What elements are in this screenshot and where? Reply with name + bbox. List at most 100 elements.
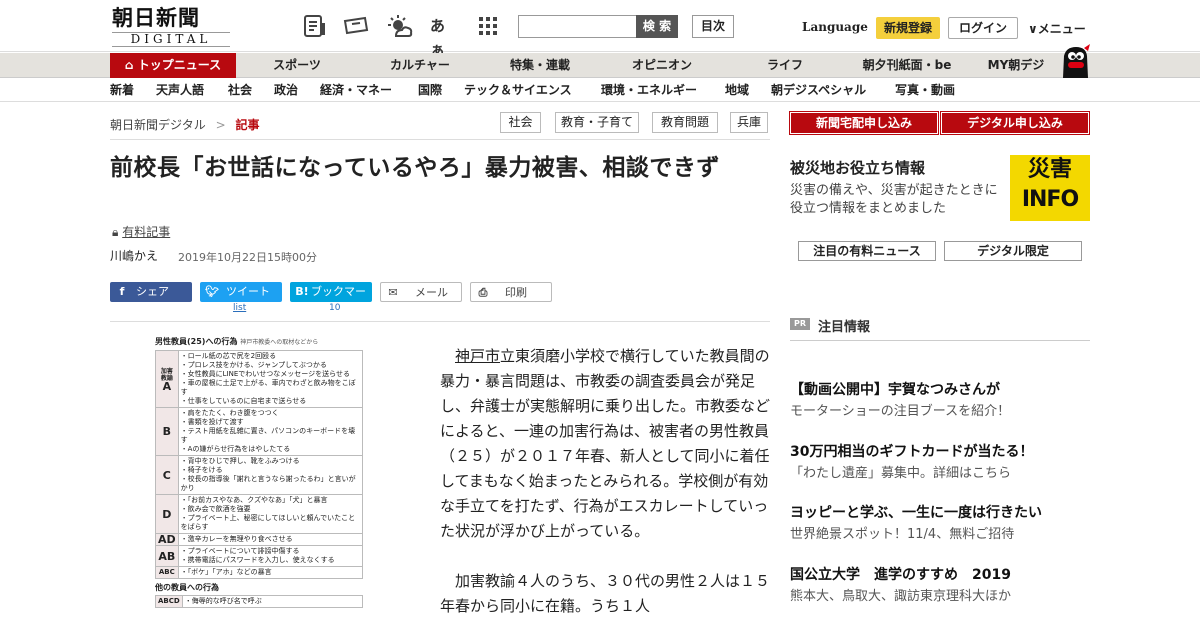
facebook-icon: f bbox=[119, 285, 125, 298]
home-icon: ⌂ bbox=[124, 58, 138, 72]
article-figure[interactable]: 男性教員(25)への行為 神戸市教委への取材などから 加害教諭 A ・ロール紙の芯で… bbox=[155, 336, 365, 630]
mascot-icon[interactable] bbox=[1058, 42, 1092, 78]
facebook-share-button[interactable]: f シェア bbox=[110, 282, 192, 302]
tag-education-issues[interactable]: 教育問題 bbox=[652, 112, 718, 133]
delivery-subscribe-button[interactable]: 新聞宅配申し込み bbox=[789, 111, 939, 135]
subnav-photo-video[interactable]: 写真・動画 bbox=[895, 78, 955, 102]
breadcrumb-separator: > bbox=[215, 118, 226, 132]
figure-row-items: ・「ボケ」「アホ」などの暴言 bbox=[177, 566, 364, 579]
hatena-bookmark-button[interactable]: B! ブックマーク bbox=[290, 282, 372, 318]
asahi-logo[interactable]: 朝日新聞 DIGITAL bbox=[112, 6, 230, 47]
figure-row-label: B bbox=[155, 407, 179, 456]
mail-icon: ✉ bbox=[388, 286, 398, 299]
main-nav: ⌂ トップニュース スポーツ カルチャー 特集・連載 オピニオン ライフ 朝夕刊… bbox=[0, 53, 1200, 78]
font-size-icon[interactable]: あぁ bbox=[430, 14, 456, 59]
nav-paper[interactable]: 朝夕刊紙面・be bbox=[850, 53, 964, 78]
hatena-count[interactable]: 10 bbox=[329, 303, 340, 313]
breadcrumb-home[interactable]: 朝日新聞デジタル bbox=[110, 118, 206, 132]
language-link[interactable]: Language bbox=[802, 20, 868, 34]
tag-hyogo[interactable]: 兵庫 bbox=[730, 112, 768, 133]
subnav-special[interactable]: 朝デジスペシャル bbox=[771, 78, 866, 102]
subnav-tenseijingo[interactable]: 天声人語 bbox=[156, 78, 204, 102]
subnav-politics[interactable]: 政治 bbox=[274, 78, 298, 102]
subnav-region[interactable]: 地域 bbox=[725, 78, 749, 102]
subnav-environment[interactable]: 環境・エネルギー bbox=[601, 78, 697, 102]
ticket-icon[interactable] bbox=[342, 14, 369, 38]
figure-heading: 男性教員(25)への行為 神戸市教委への取材などから bbox=[155, 337, 319, 346]
breadcrumb-current: 記事 bbox=[235, 118, 260, 132]
hatena-icon: B! bbox=[295, 285, 309, 298]
nav-sports[interactable]: スポーツ bbox=[252, 53, 342, 78]
digital-only-button[interactable]: デジタル限定 bbox=[944, 241, 1082, 261]
subnav-society[interactable]: 社会 bbox=[228, 78, 252, 102]
nav-culture[interactable]: カルチャー bbox=[370, 53, 470, 78]
figure-row: AB ・プライベートについて誹謗中傷する ・携帯電話にパスワードを入力し、使えなくす… bbox=[155, 545, 364, 567]
disaster-info-title[interactable]: 被災地お役立ち情報 bbox=[790, 157, 925, 178]
subnav-new[interactable]: 新着 bbox=[110, 78, 134, 102]
disaster-info-logo[interactable]: 災害 INFO bbox=[1010, 155, 1090, 221]
grid-icon[interactable] bbox=[478, 14, 504, 38]
nav-my-asahi[interactable]: MY朝デジ bbox=[980, 53, 1052, 78]
figure-row-items: ・肩をたたく、わき腹をつつく ・書類を投げて渡す ・テスト用紙を乱雑に置き、パソコン… bbox=[177, 407, 364, 456]
figure-row: ABC ・「ボケ」「アホ」などの暴言 bbox=[155, 566, 364, 579]
mail-share-button[interactable]: ✉ メール bbox=[380, 282, 462, 302]
pr-item[interactable]: 30万円相当のギフトカードが当たる！ 「わたし遺産」募集中。詳細はこちら bbox=[790, 442, 1090, 484]
nav-opinion[interactable]: オピニオン bbox=[612, 53, 712, 78]
subnav-economy[interactable]: 経済・マネー bbox=[320, 78, 392, 102]
twitter-count[interactable]: list bbox=[233, 303, 246, 313]
site-header: 朝日新聞 DIGITAL あぁ 検 索 目次 Language 新規登録 ログイ… bbox=[0, 0, 1200, 59]
search-button[interactable]: 検 索 bbox=[636, 15, 678, 38]
logo-sub-text: DIGITAL bbox=[112, 32, 230, 47]
pr-item[interactable]: 【動画公開中】宇賀なつみさんが モーターショーの注目ブースを紹介！ bbox=[790, 380, 1090, 422]
pr-item[interactable]: 国公立大学 進学のすすめ 2019 熊本大、鳥取大、諏訪東京理科大ほか bbox=[790, 565, 1090, 607]
sub-nav: 新着 天声人語 社会 政治 経済・マネー 国際 テック＆サイエンス 環境・エネル… bbox=[0, 78, 1200, 102]
figure-row-label: ABC bbox=[155, 566, 179, 579]
keyword-link[interactable]: 神戸市 bbox=[455, 347, 500, 365]
figure-row: ABCD ・侮辱的な呼び名で呼ぶ bbox=[155, 595, 364, 608]
pr-badge: PR bbox=[790, 318, 810, 330]
nav-life[interactable]: ライフ bbox=[740, 53, 830, 78]
menu-button[interactable]: ∨メニュー bbox=[1028, 20, 1086, 37]
tag-society[interactable]: 社会 bbox=[500, 112, 541, 133]
digital-subscribe-button[interactable]: デジタル申し込み bbox=[940, 111, 1090, 135]
article-paragraph: 神戸市立東須磨小学校で横行していた教員間の暴力・暴言問題は、市教委の調査委員会が… bbox=[440, 347, 771, 540]
figure-row-items: ・侮辱的な呼び名で呼ぶ bbox=[181, 595, 364, 608]
figure-row-items: ・背中をひじで押し、靴をふみつける ・椅子をける ・校長の指導後「謝れと言うなら謝っ… bbox=[177, 455, 364, 495]
paid-article-label: 🔒︎ 有料記事 bbox=[112, 223, 170, 240]
lock-icon: 🔒︎ bbox=[112, 225, 119, 239]
print-button[interactable]: ⎙ 印刷 bbox=[470, 282, 552, 302]
figure-row-items: ・ロール紙の芯で尻を2回殴る ・プロレス技をかける、ジャンプしてぶつかる ・女性教員… bbox=[177, 350, 364, 408]
pr-section-title: 注目情報 bbox=[818, 320, 871, 335]
figure-row-items: ・激辛カレーを無理やり食べさせる bbox=[177, 533, 364, 546]
printer-icon: ⎙ bbox=[478, 286, 488, 299]
article-paragraph: 加害教諭４人のうち、３０代の男性２人は１５年春から同小に在籍。うち１人 bbox=[440, 572, 771, 615]
featured-paid-news-button[interactable]: 注目の有料ニュース bbox=[798, 241, 936, 261]
weather-icon[interactable] bbox=[386, 14, 413, 38]
divider bbox=[790, 340, 1090, 341]
nav-top-news[interactable]: ⌂ トップニュース bbox=[110, 53, 236, 78]
figure-other-table: ABCD ・侮辱的な呼び名で呼ぶ bbox=[155, 595, 364, 608]
figure-other-heading: 他の教員への行為 bbox=[155, 583, 219, 592]
pr-item[interactable]: ヨッピーと学ぶ、一生に一度は行きたい 世界絶景スポット！11/4、無料ご招待 bbox=[790, 503, 1090, 545]
divider bbox=[110, 321, 770, 322]
toc-button[interactable]: 目次 bbox=[692, 15, 734, 38]
newspaper-icon[interactable] bbox=[302, 14, 328, 38]
tag-education[interactable]: 教育・子育て bbox=[555, 112, 639, 133]
disaster-info-desc[interactable]: 災害の備えや、災害が起きたときに役立つ情報をまとめました bbox=[790, 182, 1002, 218]
article-date: 2019年10月22日15時00分 bbox=[178, 251, 317, 264]
twitter-share-button[interactable]: 🐦︎ ツイート bbox=[200, 282, 282, 302]
figure-row: D ・「お前カスやなあ、クズやなあ」「犬」と暴言 ・飲み会で飲酒を強要 ・プライベート… bbox=[155, 494, 364, 534]
figure-row-label: C bbox=[155, 455, 179, 495]
search-input[interactable] bbox=[518, 15, 636, 38]
login-button[interactable]: ログイン bbox=[948, 17, 1018, 39]
subnav-international[interactable]: 国際 bbox=[418, 78, 442, 102]
chevron-down-icon: ∨ bbox=[1028, 22, 1038, 36]
register-button[interactable]: 新規登録 bbox=[876, 17, 940, 39]
subnav-tech-science[interactable]: テック＆サイエンス bbox=[464, 78, 572, 102]
breadcrumb: 朝日新聞デジタル > 記事 bbox=[110, 116, 260, 133]
figure-row-label: ABCD bbox=[155, 595, 183, 608]
nav-features[interactable]: 特集・連載 bbox=[490, 53, 590, 78]
article-body: 神戸市立東須磨小学校で横行していた教員間の暴力・暴言問題は、市教委の調査委員会が… bbox=[440, 344, 770, 630]
figure-row-items: ・「お前カスやなあ、クズやなあ」「犬」と暴言 ・飲み会で飲酒を強要 ・プライベート上… bbox=[177, 494, 364, 534]
paid-article-text[interactable]: 有料記事 bbox=[122, 225, 170, 239]
